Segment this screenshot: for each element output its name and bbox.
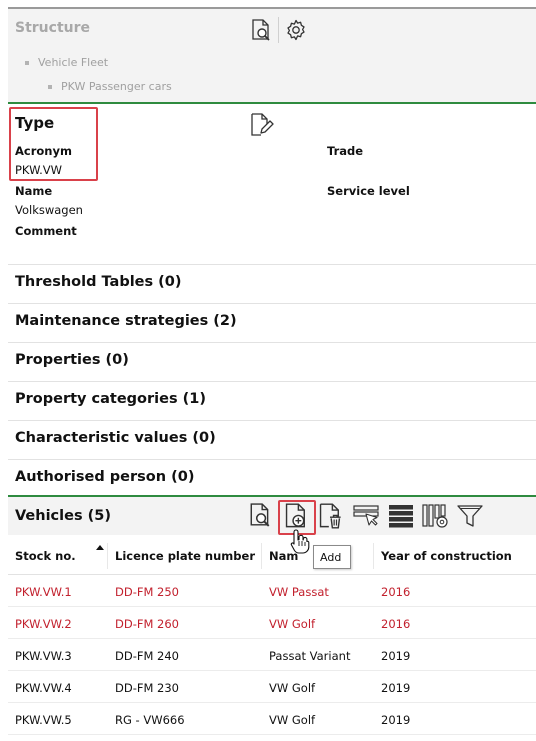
add-tooltip: Add [313,545,351,569]
table-row[interactable]: PKW.VW.5 RG - VW666 VW Golf 2019 [8,703,536,735]
cell-stock-no: PKW.VW.1 [15,585,72,599]
structure-panel: Structure Vehicle Fleet PKW Passenger ca… [8,7,536,104]
structure-toolbar [250,17,307,43]
bullet [48,84,52,89]
service-level-label: Service level [327,184,410,198]
cell-licence-plate: DD-FM 250 [115,585,180,599]
document-edit-icon[interactable] [248,112,274,138]
select-rows-icon[interactable] [353,503,381,529]
cell-year: 2019 [381,713,411,727]
section-authorised-person[interactable]: Authorised person (0) [8,459,536,497]
sort-ascending-icon[interactable] [96,545,104,550]
cell-year: 2019 [381,681,411,695]
cell-name: VW Golf [269,681,316,695]
column-header-year[interactable]: Year of construction [381,549,512,563]
vehicles-title[interactable]: Vehicles (5) [15,508,111,524]
cell-licence-plate: RG - VW666 [115,713,185,727]
column-separator[interactable] [261,543,262,569]
cell-year: 2016 [381,617,411,631]
vehicles-table-header: Stock no. Licence plate number Nam Year … [8,537,536,575]
cell-licence-plate: DD-FM 230 [115,681,180,695]
cell-stock-no: PKW.VW.3 [15,649,72,663]
cell-name: VW Passat [269,585,329,599]
column-header-stock-no[interactable]: Stock no. [15,549,76,563]
table-row[interactable]: PKW.VW.2 DD-FM 260 VW Golf 2016 [8,607,536,639]
table-row[interactable]: PKW.VW.4 DD-FM 230 VW Golf 2019 [8,671,536,703]
name-value: Volkswagen [15,203,83,217]
section-threshold-tables[interactable]: Threshold Tables (0) [8,264,536,302]
section-title: Threshold Tables (0) [15,274,182,290]
tree-item-vehicle-fleet[interactable]: Vehicle Fleet [25,56,108,69]
tree-item-label: Vehicle Fleet [38,56,109,69]
column-settings-icon[interactable] [422,503,450,529]
rows-icon[interactable] [388,503,414,529]
cell-stock-no: PKW.VW.4 [15,681,72,695]
column-header-licence-plate[interactable]: Licence plate number [115,549,255,563]
document-search-icon[interactable] [250,19,272,41]
column-separator[interactable] [373,543,374,569]
cell-stock-no: PKW.VW.2 [15,617,72,631]
section-title: Characteristic values (0) [15,430,216,446]
section-divider [8,102,536,104]
section-characteristic-values[interactable]: Characteristic values (0) [8,420,536,458]
section-title: Properties (0) [15,352,129,368]
cell-stock-no: PKW.VW.5 [15,713,72,727]
cell-name: VW Golf [269,617,316,631]
hand-cursor-icon [290,528,310,554]
cell-name: VW Golf [269,713,316,727]
section-title: Maintenance strategies (2) [15,313,237,329]
toolbar-separator [278,17,279,43]
tree-item-label: PKW Passenger cars [61,80,172,93]
section-maintenance-strategies[interactable]: Maintenance strategies (2) [8,303,536,341]
cell-licence-plate: DD-FM 260 [115,617,180,631]
filter-icon[interactable] [457,503,483,529]
comment-label: Comment [15,224,77,238]
name-label: Name [15,184,53,198]
cell-name: Passat Variant [269,649,351,663]
document-search-icon[interactable] [248,503,272,527]
page: Structure Vehicle Fleet PKW Passenger ca… [8,0,536,741]
structure-title: Structure [15,20,91,36]
cell-licence-plate: DD-FM 240 [115,649,180,663]
cell-year: 2019 [381,649,411,663]
vehicles-header: Vehicles (5) [8,497,536,535]
acronym-label: Acronym [15,144,72,158]
gear-icon[interactable] [285,19,307,41]
bullet [25,60,29,65]
type-title: Type [15,114,55,132]
column-separator[interactable] [107,543,108,569]
trade-label: Trade [327,144,364,158]
section-title: Authorised person (0) [15,469,195,485]
acronym-value: PKW.VW [15,163,63,177]
section-properties[interactable]: Properties (0) [8,342,536,380]
section-title: Property categories (1) [15,391,206,407]
table-row[interactable]: PKW.VW.1 DD-FM 250 VW Passat 2016 [8,575,536,607]
document-delete-icon[interactable] [317,503,343,529]
section-property-categories[interactable]: Property categories (1) [8,381,536,419]
table-row[interactable]: PKW.VW.3 DD-FM 240 Passat Variant 2019 [8,639,536,671]
cell-year: 2016 [381,585,411,599]
tree-item-pkw[interactable]: PKW Passenger cars [48,80,172,93]
